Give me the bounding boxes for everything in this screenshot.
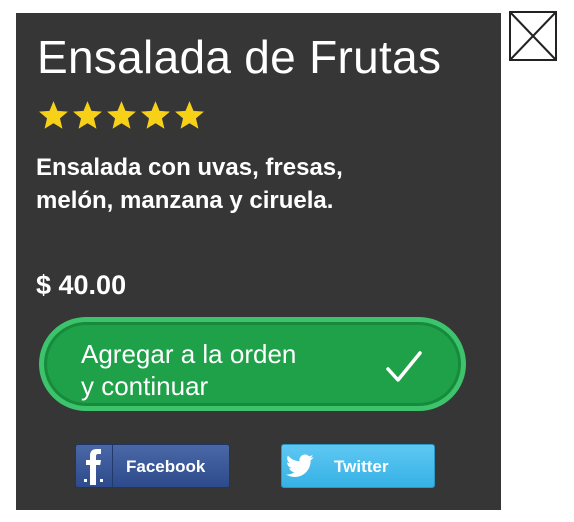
product-title: Ensalada de Frutas: [37, 31, 442, 83]
add-to-order-label-line-2: y continuar: [81, 371, 209, 401]
add-to-order-button[interactable]: Agregar a la orden y continuar: [39, 317, 466, 411]
add-to-order-label: Agregar a la orden y continuar: [81, 338, 296, 402]
facebook-label: Facebook: [126, 457, 206, 476]
description-line-2: melón, manzana y ciruela.: [36, 187, 334, 214]
facebook-share-button[interactable]: Facebook: [75, 444, 230, 488]
star-icon: [139, 99, 172, 132]
star-icon: [37, 99, 70, 132]
twitter-bird-icon: [286, 454, 314, 477]
product-description: Ensalada con uvas, fresas, melón, manzan…: [36, 151, 476, 217]
product-card: Ensalada de Frutas Ensalada con uvas, fr…: [16, 13, 501, 510]
description-line-1: Ensalada con uvas, fresas,: [36, 154, 343, 181]
star-icon: [105, 99, 138, 132]
page: Ensalada de Frutas Ensalada con uvas, fr…: [0, 0, 574, 522]
product-price: $ 40.00: [36, 270, 127, 300]
star-icon: [173, 99, 206, 132]
twitter-share-button[interactable]: Twitter: [281, 444, 435, 488]
checkmark-icon: [386, 351, 422, 382]
facebook-logo-icon: [76, 445, 113, 487]
close-icon[interactable]: [509, 11, 557, 61]
rating-stars: [37, 99, 206, 132]
star-icon: [71, 99, 104, 132]
add-to-order-label-line-1: Agregar a la orden: [81, 339, 297, 369]
twitter-label: Twitter: [334, 457, 389, 476]
